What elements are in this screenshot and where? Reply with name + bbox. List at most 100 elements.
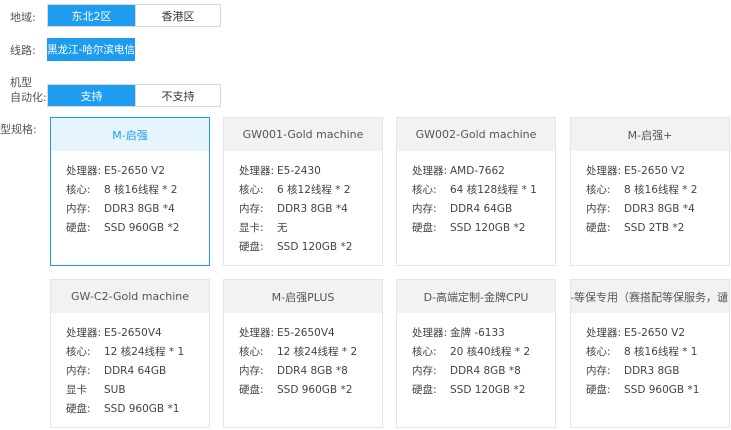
spec-key: 内存: bbox=[66, 203, 91, 215]
line-label: 线路: bbox=[10, 44, 36, 57]
spec-row: 内存: DDR4 64GB bbox=[66, 361, 209, 380]
spec-value: SSD 960GB *1 bbox=[104, 402, 180, 415]
spec-key: 硬盘: bbox=[239, 241, 264, 253]
spec-key: 处理器: bbox=[412, 165, 448, 177]
model-card-title: M-启强 bbox=[51, 118, 209, 151]
model-card[interactable]: M-启强处理器: E5-2650 V2 核心: 8 核16线程 * 2 内存: DDR3 … bbox=[50, 117, 210, 266]
region-selector: 东北2区 香港区 bbox=[47, 4, 221, 27]
model-card-specs: 处理器: 金牌 -6133 核心: 20 核40线程 * 2 内存: DDR4 8GB *… bbox=[397, 313, 555, 399]
spec-value: SSD 960GB *1 bbox=[624, 383, 700, 396]
spec-value: 8 核16线程 * 2 bbox=[624, 184, 698, 196]
spec-row: 硬盘: SSD 120GB *2 bbox=[239, 237, 382, 256]
spec-value: E5-2650 V2 bbox=[104, 164, 166, 177]
spec-value: DDR3 8GB *4 bbox=[104, 202, 175, 215]
spec-value: DDR4 64GB bbox=[450, 202, 513, 215]
model-card-specs: 处理器: AMD-7662 核心: 64 核128线程 * 1 内存: DDR4 64GB… bbox=[397, 151, 555, 237]
spec-row: 内存: DDR3 8GB *4 bbox=[239, 199, 382, 218]
region-option-hongkong[interactable]: 香港区 bbox=[134, 5, 220, 26]
spec-row: 核心: 12 核24线程 * 1 bbox=[66, 342, 209, 361]
automation-option-support[interactable]: 支持 bbox=[48, 85, 135, 106]
spec-value: 金牌 -6133 bbox=[450, 327, 505, 339]
spec-key: 硬盘: bbox=[66, 222, 91, 234]
spec-key: 硬盘: bbox=[239, 384, 264, 396]
model-card-title: GW002-Gold machine bbox=[397, 118, 555, 151]
spec-key: 硬盘: bbox=[586, 384, 611, 396]
spec-row: 显卡 SUB bbox=[66, 380, 209, 399]
spec-row: 核心: 8 核16线程 * 1 bbox=[586, 342, 729, 361]
model-card-title: D-高端定制-金牌CPU bbox=[397, 280, 555, 313]
spec-key: 内存: bbox=[239, 203, 264, 215]
spec-value: SSD 120GB *2 bbox=[277, 240, 353, 253]
spec-key: 显卡: bbox=[239, 222, 264, 234]
model-card[interactable]: M-启强+ 处理器: E5-2650 V2 核心: 8 核16线程 * 2 内存: DDR3… bbox=[570, 117, 730, 266]
spec-value: SSD 120GB *2 bbox=[450, 221, 526, 234]
spec-key: 内存: bbox=[586, 203, 611, 215]
spec-value: E5-2650 V2 bbox=[624, 164, 686, 177]
spec-row: 硬盘: SSD 960GB *2 bbox=[239, 380, 382, 399]
spec-value: 6 核12线程 * 2 bbox=[277, 184, 351, 196]
automation-selector: 支持 不支持 bbox=[47, 84, 221, 107]
spec-key: 核心: bbox=[412, 346, 437, 358]
spec-key: 处理器: bbox=[239, 327, 275, 339]
spec-row: 硬盘: SSD 960GB *1 bbox=[586, 380, 729, 399]
model-card-title: D-等保专用（赛搭配等保服务，谴... bbox=[571, 280, 729, 313]
spec-key: 内存: bbox=[66, 365, 91, 377]
spec-row: 处理器: E5-2430 bbox=[239, 161, 382, 180]
spec-key: 硬盘: bbox=[66, 403, 91, 415]
model-label: 型规格: bbox=[0, 123, 37, 136]
region-option-northeast2[interactable]: 东北2区 bbox=[48, 5, 135, 26]
automation-option-nosupport[interactable]: 不支持 bbox=[134, 85, 220, 106]
spec-value: E5-2650V4 bbox=[104, 326, 162, 339]
model-card[interactable]: GW001-Gold machine 处理器: E5-2430 核心: 6 核12线程 … bbox=[223, 117, 383, 266]
spec-value: AMD-7662 bbox=[450, 164, 505, 177]
spec-key: 内存: bbox=[412, 203, 437, 215]
spec-value: SSD 960GB *2 bbox=[104, 221, 180, 234]
model-card[interactable]: M-启强PLUS 处理器: E5-2650V4 核心: 12 核24线程 * 2 内存: D… bbox=[223, 279, 383, 428]
spec-key: 核心: bbox=[239, 184, 264, 196]
spec-key: 核心: bbox=[239, 346, 264, 358]
spec-key: 处理器: bbox=[412, 327, 448, 339]
model-card-title: M-启强PLUS bbox=[224, 280, 382, 313]
line-option-heilongjiang-telecom[interactable]: 黑龙江-哈尔滨电信 bbox=[47, 38, 135, 61]
spec-key: 核心: bbox=[586, 184, 611, 196]
spec-row: 处理器: E5-2650V4 bbox=[239, 323, 382, 342]
spec-value: DDR4 8GB *8 bbox=[277, 364, 348, 377]
spec-row: 核心: 8 核16线程 * 2 bbox=[66, 180, 209, 199]
model-card[interactable]: GW-C2-Gold machine 处理器: E5-2650V4 核心: 12 核24… bbox=[50, 279, 210, 428]
spec-value: DDR3 8GB bbox=[624, 364, 680, 377]
model-card[interactable]: D-高端定制-金牌CPU 处理器: 金牌 -6133 核心: 20 核40线程 * 2 内… bbox=[396, 279, 556, 428]
spec-row: 核心: 64 核128线程 * 1 bbox=[412, 180, 555, 199]
spec-row: 内存: DDR3 8GB *4 bbox=[586, 199, 729, 218]
spec-key: 显卡 bbox=[66, 384, 87, 396]
spec-key: 处理器: bbox=[239, 165, 275, 177]
spec-row: 核心: 8 核16线程 * 2 bbox=[586, 180, 729, 199]
spec-value: 无 bbox=[277, 222, 288, 234]
spec-row: 处理器: E5-2650 V2 bbox=[66, 161, 209, 180]
spec-key: 内存: bbox=[239, 365, 264, 377]
spec-key: 核心: bbox=[412, 184, 437, 196]
spec-key: 核心: bbox=[586, 346, 611, 358]
automation-label-line1: 机型 bbox=[10, 76, 32, 89]
spec-value: SSD 2TB *2 bbox=[624, 221, 685, 234]
spec-value: SUB bbox=[104, 383, 126, 396]
model-card-title: GW-C2-Gold machine bbox=[51, 280, 209, 313]
spec-value: 12 核24线程 * 1 bbox=[104, 346, 185, 358]
spec-row: 内存: DDR4 8GB *8 bbox=[412, 361, 555, 380]
spec-row: 硬盘: SSD 2TB *2 bbox=[586, 218, 729, 237]
spec-key: 内存: bbox=[586, 365, 611, 377]
model-card-specs: 处理器: E5-2650V4 核心: 12 核24线程 * 2 内存: DDR4 8GB … bbox=[224, 313, 382, 399]
model-card[interactable]: GW002-Gold machine 处理器: AMD-7662 核心: 64 核128… bbox=[396, 117, 556, 266]
spec-row: 处理器: AMD-7662 bbox=[412, 161, 555, 180]
spec-key: 硬盘: bbox=[412, 384, 437, 396]
spec-row: 核心: 6 核12线程 * 2 bbox=[239, 180, 382, 199]
model-card-specs: 处理器: E5-2430 核心: 6 核12线程 * 2 内存: DDR3 8GB *4 显… bbox=[224, 151, 382, 256]
spec-key: 硬盘: bbox=[586, 222, 611, 234]
spec-value: 12 核24线程 * 2 bbox=[277, 346, 358, 358]
model-card[interactable]: D-等保专用（赛搭配等保服务，谴... 处理器:E5-2650 V2 核心: 8 核1… bbox=[570, 279, 730, 428]
spec-row: 硬盘: SSD 960GB *2 bbox=[66, 218, 209, 237]
spec-row: 显卡: 无 bbox=[239, 218, 382, 237]
spec-value: SSD 960GB *2 bbox=[277, 383, 353, 396]
spec-row: 处理器: E5-2650 V2 bbox=[586, 323, 729, 342]
spec-key: 内存: bbox=[412, 365, 437, 377]
spec-row: 硬盘: SSD 120GB *2 bbox=[412, 218, 555, 237]
